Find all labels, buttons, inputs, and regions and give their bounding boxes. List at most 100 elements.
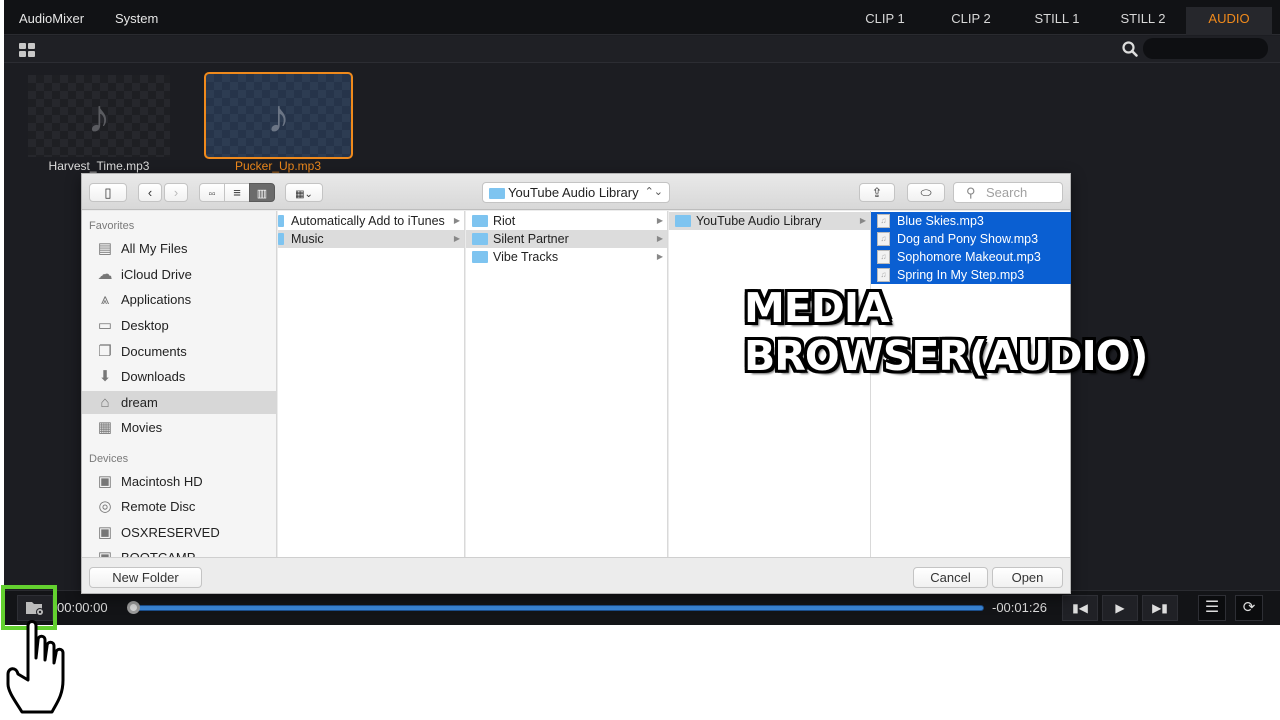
- cancel-button[interactable]: Cancel: [913, 567, 988, 588]
- sidebar-item-bootcamp[interactable]: ▣BOOTCAMP: [82, 546, 276, 557]
- path-popup[interactable]: YouTube Audio Library ⌃⌄: [482, 182, 670, 203]
- menu-system[interactable]: System: [115, 11, 158, 26]
- folder-icon: [472, 251, 488, 263]
- list-item[interactable]: Automatically Add to iTunes ▶: [278, 212, 464, 230]
- open-button[interactable]: Open: [992, 567, 1063, 588]
- tab-still-1[interactable]: STILL 1: [1014, 7, 1100, 35]
- home-icon: ⌂: [100, 394, 110, 411]
- file-item[interactable]: ♫ Sophomore Makeout.mp3: [871, 248, 1071, 266]
- folder-icon: [489, 188, 505, 199]
- file-item[interactable]: ♫ Dog and Pony Show.mp3: [871, 230, 1071, 248]
- sidebar-item-applications[interactable]: ⩓ Applications: [82, 288, 276, 311]
- sidebar-item-osxreserved[interactable]: ▣ OSXRESERVED: [82, 521, 276, 544]
- media-label-selected: Pucker_Up.mp3: [234, 159, 322, 173]
- music-note-icon: ♪: [87, 90, 111, 142]
- list-item[interactable]: Vibe Tracks ▶: [466, 248, 667, 266]
- previous-button[interactable]: ▮◀: [1062, 595, 1098, 621]
- documents-icon: ❐: [98, 343, 112, 360]
- transport-bar: 00:00:00 -00:01:26 ▮◀ ▶ ▶▮ ☰ ⟳: [4, 590, 1280, 625]
- media-thumbnail-selected[interactable]: ♪: [204, 72, 353, 159]
- sidebar-item-macintosh-hd[interactable]: ▣ Macintosh HD: [82, 470, 276, 493]
- sidebar-item-dream[interactable]: ⌂ dream: [82, 391, 276, 414]
- folder-icon: [472, 215, 488, 227]
- share-icon: ⇪: [871, 185, 883, 200]
- remaining-time: -00:01:26: [992, 600, 1047, 615]
- sidebar-item-all-my-files[interactable]: ▤ All My Files: [82, 237, 276, 260]
- devices-header: Devices: [89, 453, 129, 465]
- list-item[interactable]: Silent Partner ▶: [466, 230, 667, 248]
- sidebar-item-icloud-drive[interactable]: ☁ iCloud Drive: [82, 263, 276, 286]
- audio-file-icon: ♫: [877, 268, 890, 282]
- playlist-button[interactable]: ☰: [1198, 595, 1226, 621]
- tags-button[interactable]: ⬭: [907, 183, 945, 202]
- cloud-icon: ☁: [97, 266, 113, 283]
- column-2: Riot ▶ Silent Partner ▶ Vibe Tracks ▶: [466, 211, 668, 557]
- search-input[interactable]: [1143, 38, 1268, 59]
- folder-icon: [675, 215, 691, 227]
- sidebar-toggle-button[interactable]: ▯: [89, 183, 127, 202]
- media-thumbnail[interactable]: ♪: [28, 75, 170, 157]
- arrange-icon: ▦⌄: [295, 189, 313, 200]
- playhead-knob[interactable]: [127, 601, 140, 614]
- dialog-search-field[interactable]: ⚲ Search: [953, 182, 1063, 203]
- icon-view-icon: ▫▫: [208, 189, 216, 200]
- sidebar-item-movies[interactable]: ▦ Movies: [82, 416, 276, 439]
- list-item[interactable]: Riot ▶: [466, 212, 667, 230]
- share-button[interactable]: ⇪: [859, 183, 895, 202]
- disclosure-arrow-icon: ▶: [453, 234, 460, 243]
- finder-sidebar: Favorites ▤ All My Files ☁ iCloud Drive ⩓ A…: [82, 211, 277, 557]
- new-folder-button[interactable]: New Folder: [89, 567, 202, 588]
- next-button[interactable]: ▶▮: [1142, 595, 1178, 621]
- file-item[interactable]: ♫ Spring In My Step.mp3: [871, 266, 1071, 284]
- scrub-bar[interactable]: [134, 605, 984, 611]
- disclosure-arrow-icon: ▶: [656, 234, 663, 243]
- list-item[interactable]: Music ▶: [278, 230, 464, 248]
- grid-view-icon[interactable]: [19, 43, 35, 57]
- film-icon: ▦: [97, 419, 113, 436]
- disclosure-arrow-icon: ▶: [656, 216, 663, 225]
- media-label: Harvest_Time.mp3: [48, 159, 150, 173]
- media-browser-dialog: ▯ ‹ › ▫▫ ≡ ▥ ▦⌄ YouTube Audio Library ⌃⌄…: [81, 173, 1071, 594]
- media-toolbar: [4, 36, 1280, 63]
- disclosure-arrow-icon: ▶: [859, 216, 866, 225]
- sidebar-item-downloads[interactable]: ⬇ Downloads: [82, 365, 276, 388]
- search-icon[interactable]: [1121, 40, 1139, 58]
- list-icon: ☰: [1204, 599, 1220, 616]
- list-view-button[interactable]: ≡: [224, 183, 250, 202]
- column-view-button[interactable]: ▥: [249, 183, 275, 202]
- elapsed-time: 00:00:00: [57, 600, 108, 615]
- arrange-button[interactable]: ▦⌄: [285, 183, 323, 202]
- folder-icon: [278, 215, 284, 227]
- audio-file-icon: ♫: [877, 250, 890, 264]
- menu-audiomixer[interactable]: AudioMixer: [19, 11, 84, 26]
- list-view-icon: ≡: [233, 185, 241, 200]
- desktop-icon: ▭: [97, 317, 113, 334]
- tab-still-2[interactable]: STILL 2: [1100, 7, 1186, 35]
- icon-view-button[interactable]: ▫▫: [199, 183, 225, 202]
- pointing-hand-icon: [6, 620, 65, 714]
- updown-chevron-icon: ⌃⌄: [644, 186, 663, 198]
- play-button[interactable]: ▶: [1102, 595, 1138, 621]
- sidebar-icon: ▯: [104, 185, 112, 200]
- audio-file-icon: ♫: [877, 232, 890, 246]
- sidebar-item-remote-disc[interactable]: ◎ Remote Disc: [82, 495, 276, 518]
- loop-button[interactable]: ⟳: [1235, 595, 1263, 621]
- skip-back-icon: ▮◀: [1072, 601, 1088, 615]
- tab-audio[interactable]: AUDIO: [1186, 7, 1272, 35]
- back-button[interactable]: ‹: [138, 183, 162, 202]
- path-label: YouTube Audio Library: [508, 185, 639, 200]
- sidebar-item-desktop[interactable]: ▭ Desktop: [82, 314, 276, 337]
- sidebar-item-documents[interactable]: ❐ Documents: [82, 340, 276, 363]
- file-item[interactable]: ♫ Blue Skies.mp3: [871, 212, 1071, 230]
- list-item[interactable]: YouTube Audio Library ▶: [669, 212, 870, 230]
- disclosure-arrow-icon: ▶: [453, 216, 460, 225]
- forward-button[interactable]: ›: [164, 183, 188, 202]
- chevron-left-icon: ‹: [147, 185, 153, 200]
- tab-clip-1[interactable]: CLIP 1: [842, 7, 928, 35]
- hard-drive-icon: ▣: [96, 549, 114, 557]
- tag-icon: ⬭: [920, 185, 932, 200]
- disc-icon: ◎: [98, 498, 112, 515]
- download-icon: ⬇: [98, 368, 112, 385]
- tab-clip-2[interactable]: CLIP 2: [928, 7, 1014, 35]
- play-icon: ▶: [1115, 601, 1125, 615]
